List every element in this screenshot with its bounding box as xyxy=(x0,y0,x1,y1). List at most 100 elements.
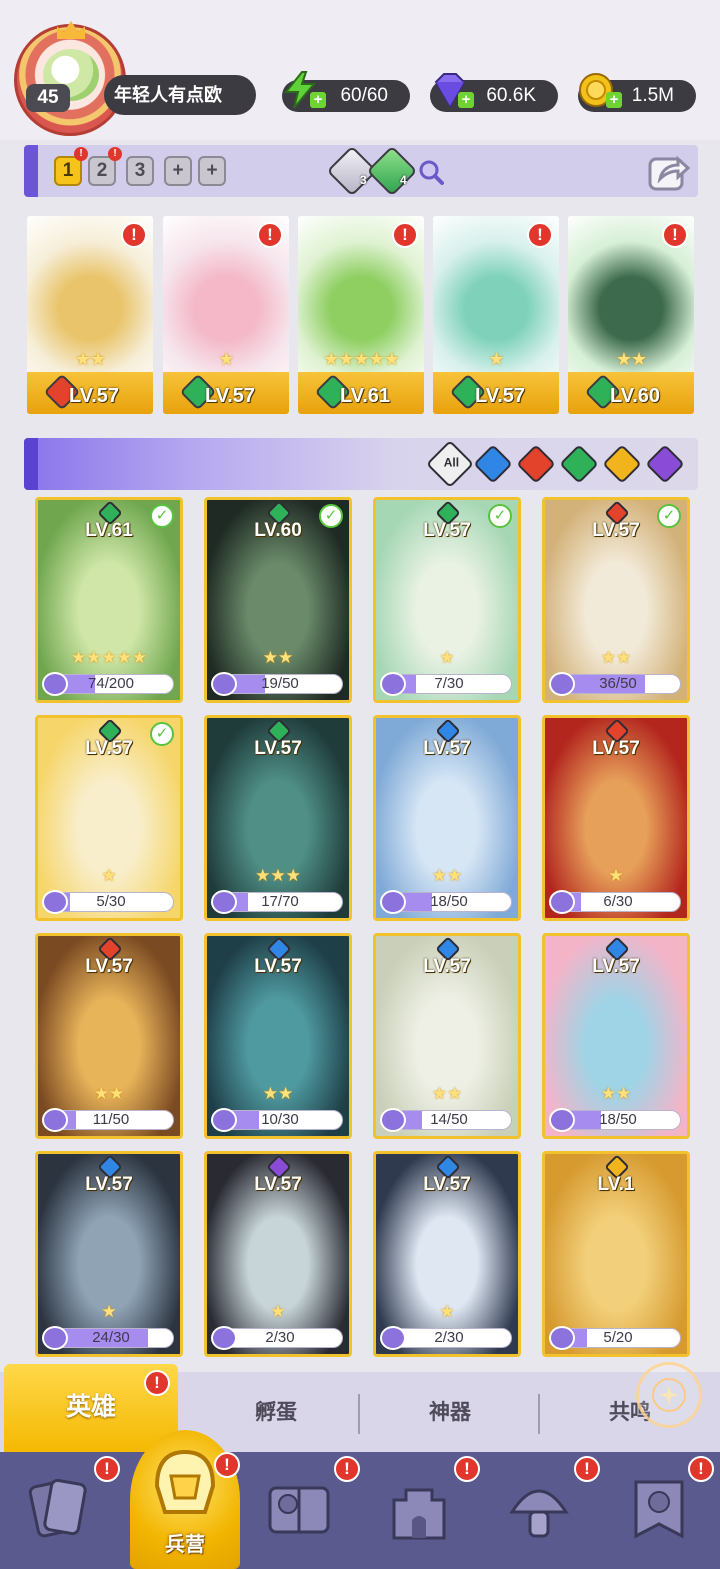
hero-card[interactable]: LV.57 ✓ ★ 7/30 xyxy=(373,497,521,703)
team-hero-card[interactable]: ★★ LV.60 ! xyxy=(568,216,694,414)
hero-stars: ★★★ xyxy=(255,866,301,885)
hero-card[interactable]: LV.1 5/20 xyxy=(542,1151,690,1357)
hero-shard-icon xyxy=(549,1326,575,1350)
nav-cards[interactable]: ! xyxy=(0,1452,120,1569)
hero-stars: ★★ xyxy=(600,1084,632,1103)
search-icon[interactable] xyxy=(418,159,444,185)
element-filter-bar: All xyxy=(24,438,698,490)
hero-card[interactable]: LV.57 ★★ 18/50 xyxy=(373,715,521,921)
team-tab-3[interactable]: 3 xyxy=(126,156,154,186)
barracks-icon xyxy=(154,1449,216,1514)
filter-all-label: All xyxy=(443,455,460,470)
player-level-badge: 45 xyxy=(26,84,70,112)
nav-book[interactable]: ! xyxy=(240,1452,360,1569)
hero-alert-badge: ! xyxy=(392,222,418,248)
hero-card[interactable]: LV.60 ✓ ★★ 19/50 xyxy=(204,497,352,703)
hero-shard-icon xyxy=(211,890,237,914)
hero-shard-icon xyxy=(211,1326,237,1350)
nav-castle[interactable]: ! xyxy=(360,1452,480,1569)
hero-stars: ★★ xyxy=(262,1084,294,1103)
book-icon xyxy=(268,1486,330,1534)
hero-shard-icon xyxy=(380,1326,406,1350)
filter-dark-icon[interactable] xyxy=(645,444,685,484)
hero-shard-icon xyxy=(549,1108,575,1132)
hero-card[interactable]: LV.57 ★★ 14/50 xyxy=(373,933,521,1139)
hero-alert-badge: ! xyxy=(662,222,688,248)
nav-barracks-label: 兵营 xyxy=(165,1534,205,1556)
nav-guild-alert: ! xyxy=(688,1456,714,1482)
gem-add-button[interactable]: + xyxy=(458,92,474,108)
floating-assist-button[interactable] xyxy=(636,1362,702,1428)
hero-shard-icon xyxy=(549,890,575,914)
cards-icon xyxy=(28,1478,87,1538)
gem-badge-count: 4 xyxy=(400,173,407,187)
filter-light-icon[interactable] xyxy=(602,444,642,484)
hero-level: LV.57 xyxy=(69,385,120,407)
player-name[interactable]: 年轻人有点欧 xyxy=(104,75,256,115)
hero-card[interactable]: LV.57 ★ 24/30 xyxy=(35,1151,183,1357)
gem-badge-count: 3 xyxy=(360,173,367,187)
tab-artifacts[interactable]: 神器 xyxy=(360,1372,540,1454)
filter-all-button[interactable]: All xyxy=(425,439,475,489)
hero-level: LV.57 xyxy=(85,1174,133,1195)
hero-card[interactable]: LV.57 ★ 6/30 xyxy=(542,715,690,921)
hero-shard-icon xyxy=(380,890,406,914)
sub-tab-bar: 英雄 ! 孵蛋 神器 共鸣 xyxy=(0,1364,720,1454)
hero-level: LV.57 xyxy=(475,385,526,407)
team-add-button[interactable]: + xyxy=(164,156,192,186)
hero-stars: ★ xyxy=(218,349,234,369)
filter-fire-icon[interactable] xyxy=(516,444,556,484)
hero-stars: ★★ xyxy=(600,648,632,667)
hero-stars: ★★★★★ xyxy=(323,349,400,369)
hero-stars: ★★ xyxy=(74,349,106,369)
hero-shard-icon xyxy=(549,672,575,696)
filter-water-icon[interactable] xyxy=(473,444,513,484)
team-add-button[interactable]: + xyxy=(198,156,226,186)
hero-card[interactable]: LV.57 ★★ 11/50 xyxy=(35,933,183,1139)
hero-stars: ★★ xyxy=(262,648,294,667)
team-hero-card[interactable]: ★ LV.57 ! xyxy=(433,216,559,414)
hero-card[interactable]: LV.57 ★ 2/30 xyxy=(204,1151,352,1357)
team-gem-badge[interactable] xyxy=(366,145,418,197)
equipped-check-icon: ✓ xyxy=(150,722,174,746)
nav-guild[interactable]: ! xyxy=(600,1452,718,1569)
hero-card[interactable]: LV.57 ★★ 10/30 xyxy=(204,933,352,1139)
hero-shard-icon xyxy=(211,1108,237,1132)
hero-stars: ★★ xyxy=(431,866,463,885)
hero-card[interactable]: LV.57 ✓ ★★ 36/50 xyxy=(542,497,690,703)
energy-add-button[interactable]: + xyxy=(310,92,326,108)
guild-banner-icon xyxy=(634,1480,684,1539)
hero-card[interactable]: LV.57 ★★ 18/50 xyxy=(542,933,690,1139)
hero-stars: ★★ xyxy=(93,1084,125,1103)
hero-level: LV.57 xyxy=(254,956,302,977)
share-icon[interactable] xyxy=(648,151,690,191)
hero-alert-badge: ! xyxy=(527,222,553,248)
top-bar: 年轻人有点欧 45 60/60 + 60.6K + 1.5M + xyxy=(0,0,720,140)
filter-nature-icon[interactable] xyxy=(559,444,599,484)
team-hero-card[interactable]: ★★ LV.57 ! xyxy=(27,216,153,414)
coin-value: 1.5M xyxy=(631,85,674,106)
hero-shard-icon xyxy=(211,672,237,696)
hero-card[interactable]: LV.57 ★ 2/30 xyxy=(373,1151,521,1357)
team-tab-label: 3 xyxy=(134,160,146,181)
hero-level: LV.57 xyxy=(205,385,256,407)
team-hero-card[interactable]: ★★★★★ LV.61 ! xyxy=(298,216,424,414)
equipped-check-icon: ✓ xyxy=(150,504,174,528)
gem-value: 60.6K xyxy=(486,85,536,106)
coin-add-button[interactable]: + xyxy=(606,92,622,108)
team-selector-bar: 1 ! 2 ! 3 + + 3 4 xyxy=(24,145,698,197)
team-hero-card[interactable]: ★ LV.57 ! xyxy=(163,216,289,414)
hero-stars: ★ xyxy=(608,866,624,885)
hero-stars: ★★ xyxy=(615,349,647,369)
sparkle-icon xyxy=(652,1378,686,1412)
hero-card[interactable]: LV.57 ★★★ 17/70 xyxy=(204,715,352,921)
hero-card[interactable]: LV.61 ✓ ★★★★★ 74/200 xyxy=(35,497,183,703)
hero-level: LV.57 xyxy=(592,956,640,977)
hero-level: LV.61 xyxy=(340,385,391,407)
hero-card[interactable]: LV.57 ✓ ★ 5/30 xyxy=(35,715,183,921)
nav-mushroom[interactable]: ! xyxy=(480,1452,600,1569)
hero-stars: ★ xyxy=(439,1302,455,1321)
hero-alert-badge: ! xyxy=(257,222,283,248)
hero-shard-icon xyxy=(380,1108,406,1132)
nav-book-alert: ! xyxy=(334,1456,360,1482)
